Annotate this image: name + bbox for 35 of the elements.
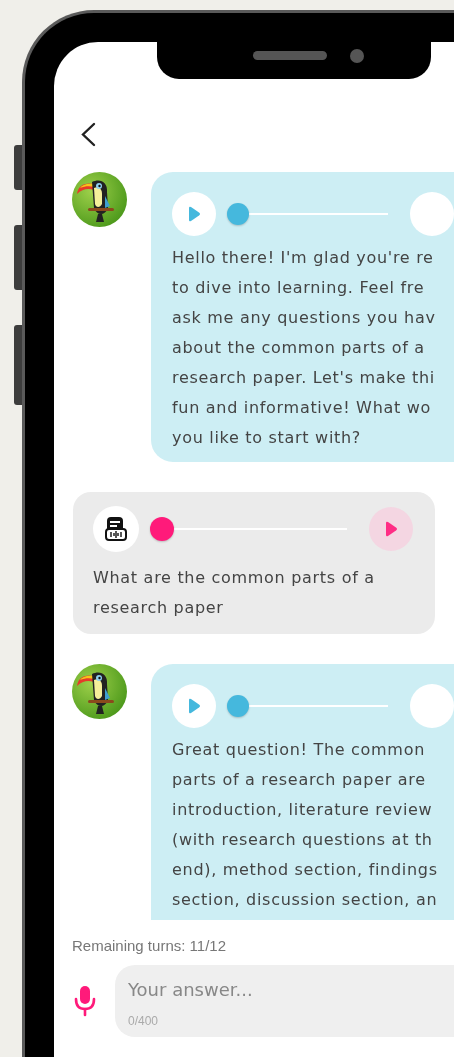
message-text: end), method section, findings bbox=[172, 859, 439, 881]
play-button[interactable] bbox=[172, 684, 216, 728]
message-text: parts of a research paper are bbox=[172, 769, 427, 791]
message-text: Great question! The common bbox=[172, 739, 426, 761]
message-text: fun and informative! What wo bbox=[172, 397, 432, 419]
message-text: What are the common parts of a bbox=[93, 567, 376, 589]
circle-button[interactable] bbox=[410, 192, 454, 236]
message-text: about the common parts of a bbox=[172, 337, 426, 359]
play-icon bbox=[187, 698, 201, 714]
message-text: introduction, literature review bbox=[172, 799, 434, 821]
message-text: to dive into learning. Feel fre bbox=[172, 277, 426, 299]
message-text: research paper. Let's make thi bbox=[172, 367, 436, 389]
message-text: you like to start with? bbox=[172, 427, 363, 449]
circle-button[interactable] bbox=[410, 684, 454, 728]
play-button[interactable] bbox=[369, 507, 413, 551]
audio-slider-thumb[interactable] bbox=[227, 695, 249, 717]
transcript-button[interactable] bbox=[93, 506, 139, 552]
toucan-avatar bbox=[72, 664, 127, 719]
microphone-icon[interactable] bbox=[74, 985, 96, 1017]
audio-slider-thumb[interactable] bbox=[150, 517, 174, 541]
transcript-icon bbox=[104, 516, 128, 542]
toucan-avatar bbox=[72, 172, 127, 227]
back-icon[interactable] bbox=[80, 122, 96, 147]
message-text: ask me any questions you hav bbox=[172, 307, 437, 329]
character-counter: 0/400 bbox=[128, 1014, 159, 1028]
audio-slider-thumb[interactable] bbox=[227, 203, 249, 225]
camera-dot bbox=[350, 49, 364, 63]
message-text: section, discussion section, an bbox=[172, 889, 439, 911]
play-button[interactable] bbox=[172, 192, 216, 236]
remaining-turns: Remaining turns: 11/12 bbox=[72, 937, 227, 954]
message-text: Hello there! I'm glad you're re bbox=[172, 247, 435, 269]
play-icon bbox=[187, 206, 201, 222]
message-text: research paper bbox=[93, 597, 225, 619]
message-text: (with research questions at th bbox=[172, 829, 434, 851]
play-icon bbox=[384, 521, 398, 537]
